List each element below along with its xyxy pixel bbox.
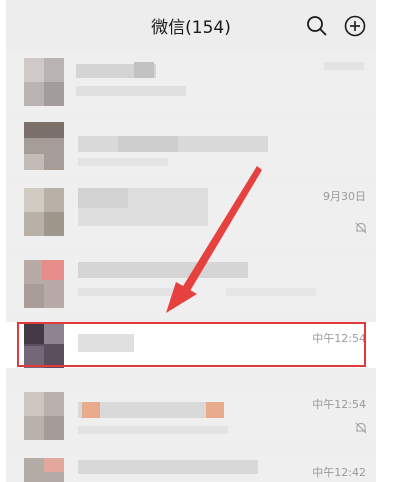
highlight-frame bbox=[17, 322, 366, 367]
chat-row[interactable]: 中午12:42 bbox=[6, 454, 376, 482]
chat-preview bbox=[76, 86, 186, 96]
chat-preview bbox=[78, 288, 178, 296]
chat-list-screen: 微信(154) 9月30日 中午12:54 中午12:54 中午12:42 bbox=[6, 0, 376, 482]
avatar bbox=[24, 58, 64, 106]
chat-name bbox=[78, 460, 258, 474]
chat-preview bbox=[78, 426, 228, 434]
avatar bbox=[24, 392, 64, 440]
chat-name bbox=[78, 262, 248, 278]
chat-row[interactable]: 9月30日 bbox=[6, 180, 376, 250]
chat-row[interactable] bbox=[6, 252, 376, 318]
search-icon[interactable] bbox=[304, 13, 330, 39]
chat-timestamp: 中午12:54 bbox=[312, 398, 366, 411]
chat-timestamp: 9月30日 bbox=[323, 190, 366, 203]
mute-bell-icon bbox=[354, 420, 368, 434]
page-margin bbox=[376, 0, 405, 482]
avatar bbox=[24, 188, 64, 236]
avatar bbox=[24, 458, 64, 482]
avatar bbox=[24, 122, 64, 170]
mute-bell-icon bbox=[354, 220, 368, 234]
chat-preview bbox=[78, 158, 168, 166]
chat-timestamp: 中午12:42 bbox=[312, 466, 366, 479]
app-header: 微信(154) bbox=[6, 0, 376, 50]
plus-circle-icon[interactable] bbox=[342, 13, 368, 39]
chat-row[interactable] bbox=[6, 52, 376, 112]
chat-row[interactable] bbox=[6, 114, 376, 178]
avatar bbox=[24, 260, 64, 308]
chat-row[interactable]: 中午12:54 bbox=[6, 388, 376, 444]
